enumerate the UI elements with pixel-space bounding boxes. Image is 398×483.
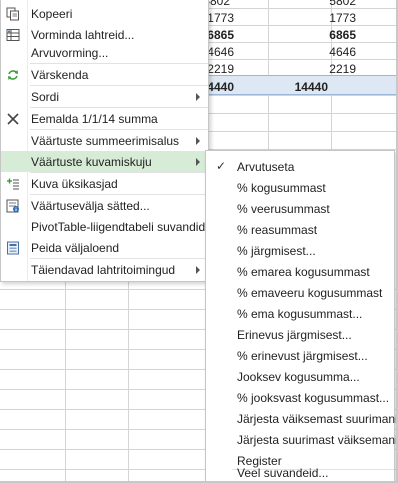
submenu-item-label: % kogusummast (237, 181, 326, 195)
menu-item-hide-field-list[interactable]: Peida väljaloend (1, 237, 208, 258)
submenu-item-label: % jooksvast kogusummast... (237, 391, 390, 405)
submenu-item-label: Järjesta väiksemast suurimani... (237, 412, 398, 426)
submenu-item-label: Järjesta suurimast väiksemani... (237, 433, 398, 447)
menu-item-label: Peida väljaloend (31, 241, 120, 255)
menu-item-label: Eemalda 1/1/14 summa (31, 112, 158, 126)
submenu-item-percent-running-total[interactable]: % jooksvast kogusummast... (206, 387, 394, 408)
cell-value[interactable]: 1773 (236, 11, 356, 25)
submenu-item-label: % emarea kogusummast (237, 265, 370, 279)
menu-item-label: Väärtuste summeerimisalus (31, 134, 180, 148)
refresh-icon (5, 67, 21, 83)
copy-icon (5, 6, 21, 22)
format-cells-icon (5, 27, 21, 43)
menu-item-additional-actions[interactable]: Täiendavad lahtritoimingud (1, 259, 208, 280)
menu-item-remove[interactable]: Eemalda 1/1/14 summa (1, 108, 208, 129)
submenu-item-more-options[interactable]: Veel suvandeid... (206, 463, 394, 482)
submenu-item-percent-difference-from[interactable]: % erinevust järgmisest... (206, 345, 394, 366)
submenu-item-label: Jooksev kogusumma... (237, 370, 360, 384)
show-details-icon (5, 176, 21, 192)
cell-value[interactable]: 2219 (236, 62, 356, 76)
submenu-item-label: Erinevus järgmisest... (237, 328, 352, 342)
remove-icon (5, 111, 21, 127)
submenu-item-label: % veerusummast (237, 202, 330, 216)
submenu-arrow-icon (196, 158, 200, 166)
menu-item-label: Sordi (31, 90, 60, 104)
menu-item-pivottable-options[interactable]: PivotTable-liigendtabeli suvandid... (1, 216, 215, 237)
cell-value[interactable]: 6865 (236, 28, 356, 42)
submenu-item-percent-parent-total[interactable]: % ema kogusummast... (206, 303, 394, 324)
submenu-item-difference-from[interactable]: Erinevus järgmisest... (206, 324, 394, 345)
menu-item-label: Arvuvorming... (31, 46, 109, 60)
menu-item-copy[interactable]: Kopeeri (1, 3, 208, 24)
submenu-item-label: % ema kogusummast... (237, 307, 363, 321)
submenu-item-rank-smallest-to-largest[interactable]: Järjesta väiksemast suurimani... (206, 408, 398, 429)
menu-item-label: Kuva üksikasjad (31, 177, 118, 191)
submenu-item-running-total[interactable]: Jooksev kogusumma... (206, 366, 394, 387)
submenu-item-percent-parent-row[interactable]: % emarea kogusummast (206, 261, 394, 282)
field-settings-icon (5, 198, 21, 214)
menu-item-show-values-as[interactable]: Väärtuste kuvamiskuju (1, 151, 208, 172)
cell-value[interactable]: 5802 (236, 0, 356, 8)
show-values-as-submenu: ✓ Arvutuseta % kogusummast % veerusummas… (205, 150, 398, 483)
menu-item-label: Täiendavad lahtritoimingud (31, 263, 176, 277)
submenu-item-percent-column-total[interactable]: % veerusummast (206, 198, 394, 219)
submenu-arrow-icon (196, 93, 200, 101)
menu-item-label: Värskenda (31, 68, 89, 82)
submenu-item-label: % reasummast (237, 223, 318, 237)
menu-item-label: Kopeeri (31, 7, 73, 21)
submenu-item-percent-grand-total[interactable]: % kogusummast (206, 177, 394, 198)
menu-item-show-details[interactable]: Kuva üksikasjad (1, 173, 208, 194)
submenu-item-label: % emaveeru kogusummast (237, 286, 383, 300)
context-menu: Kopeeri Vorminda lahtreid... Arvuvorming… (0, 0, 215, 282)
cell-value[interactable]: 4646 (236, 45, 356, 59)
submenu-item-label: % järgmisest... (237, 244, 316, 258)
menu-item-sort[interactable]: Sordi (1, 86, 208, 107)
menu-item-refresh[interactable]: Värskenda (1, 64, 208, 85)
submenu-item-label: Veel suvandeid... (237, 466, 329, 480)
menu-item-value-field-settings[interactable]: Väärtusevälja sätted... (1, 195, 208, 216)
menu-item-label: Väärtuste kuvamiskuju (31, 155, 152, 169)
field-list-icon (5, 240, 21, 256)
checkmark-icon: ✓ (216, 159, 227, 173)
menu-item-label: PivotTable-liigendtabeli suvandid... (31, 220, 216, 234)
submenu-item-percent-parent-column[interactable]: % emaveeru kogusummast (206, 282, 394, 303)
submenu-item-label: Arvutuseta (237, 160, 295, 174)
submenu-item-no-calculation[interactable]: ✓ Arvutuseta (206, 156, 394, 177)
submenu-item-rank-largest-to-smallest[interactable]: Järjesta suurimast väiksemani... (206, 429, 398, 450)
menu-item-number-format[interactable]: Arvuvorming... (1, 42, 208, 63)
cell-value[interactable]: 14440 (208, 80, 328, 94)
menu-item-summarize-by[interactable]: Väärtuste summeerimisalus (1, 130, 208, 151)
submenu-arrow-icon (196, 266, 200, 274)
menu-item-label: Väärtusevälja sätted... (31, 199, 150, 213)
submenu-item-label: % erinevust järgmisest... (237, 349, 368, 363)
submenu-item-percent-row-total[interactable]: % reasummast (206, 219, 394, 240)
menu-item-label: Vorminda lahtreid... (31, 28, 135, 42)
submenu-arrow-icon (196, 137, 200, 145)
submenu-item-percent-of[interactable]: % järgmisest... (206, 240, 394, 261)
